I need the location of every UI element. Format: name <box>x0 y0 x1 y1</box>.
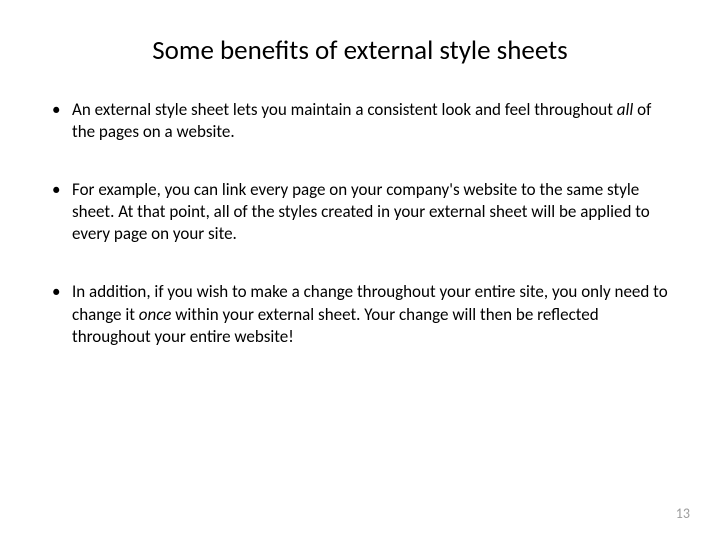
bullet-icon: • <box>50 99 72 143</box>
list-item: • In addition, if you wish to make a cha… <box>50 281 670 347</box>
page-number: 13 <box>676 505 690 522</box>
bullet-text: For example, you can link every page on … <box>72 179 670 245</box>
bullet-text: In addition, if you wish to make a chang… <box>72 281 670 347</box>
slide-title: Some benefits of external style sheets <box>50 34 670 67</box>
bullet-icon: • <box>50 179 72 245</box>
italic-text: once <box>139 304 172 325</box>
bullet-list: • An external style sheet lets you maint… <box>50 99 670 348</box>
text-segment: For example, you can link every page on … <box>72 179 650 244</box>
text-segment: An external style sheet lets you maintai… <box>72 99 617 120</box>
list-item: • For example, you can link every page o… <box>50 179 670 245</box>
bullet-text: An external style sheet lets you maintai… <box>72 99 670 143</box>
italic-text: all <box>617 99 634 120</box>
bullet-icon: • <box>50 281 72 347</box>
list-item: • An external style sheet lets you maint… <box>50 99 670 143</box>
